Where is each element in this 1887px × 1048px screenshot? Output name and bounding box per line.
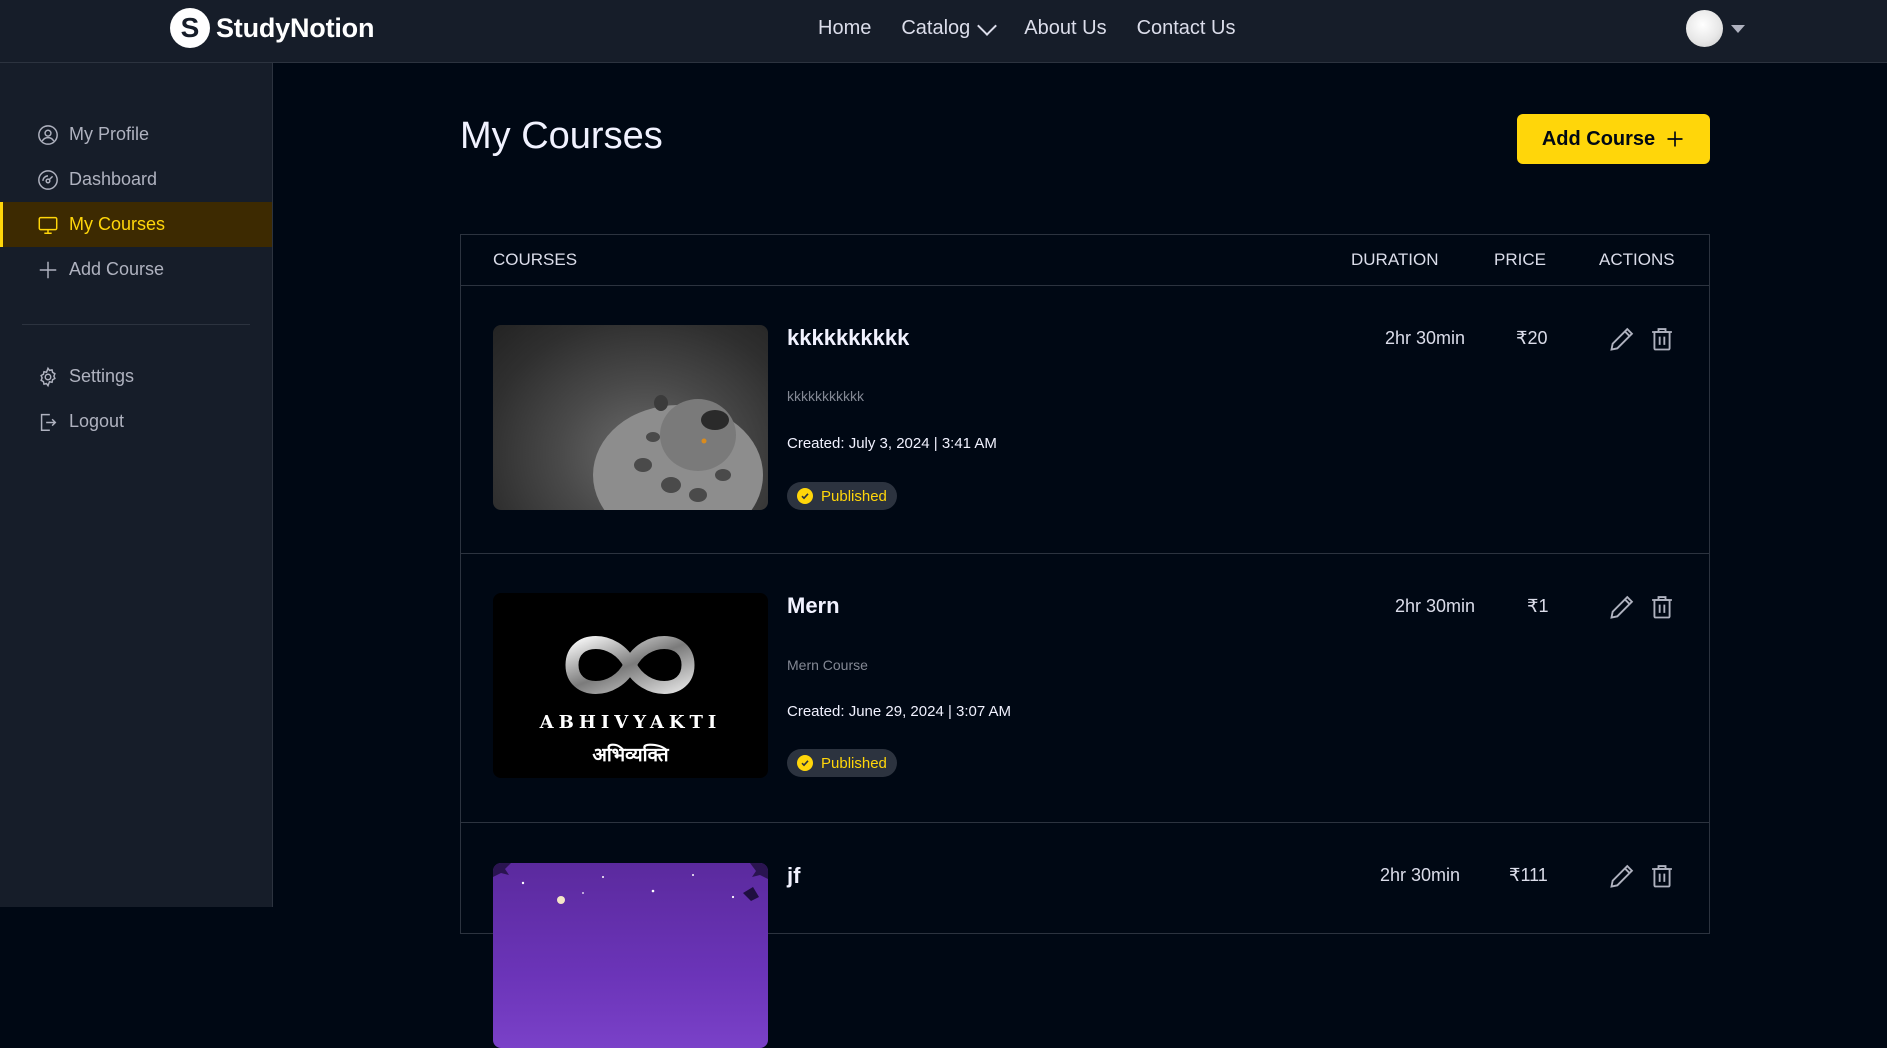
nav-about-label: About Us: [1024, 17, 1107, 39]
table-row: jf 2hr 30min ₹111: [461, 822, 1709, 1048]
night-sky-image: [493, 863, 768, 904]
page-title: My Courses: [460, 115, 663, 157]
course-description: kkkkkkkkkkk: [787, 388, 864, 404]
pencil-icon: [1610, 595, 1634, 619]
sidebar-item-label: My Profile: [69, 124, 150, 144]
plus-icon: [1667, 131, 1683, 147]
course-price: ₹20: [1516, 328, 1548, 348]
sidebar-item-dashboard[interactable]: Dashboard: [0, 157, 272, 202]
caret-down-icon: [1731, 24, 1745, 33]
add-course-button-label: Add Course: [1541, 127, 1656, 150]
sidebar-item-label: Logout: [69, 411, 125, 431]
avatar: [1686, 10, 1723, 47]
course-thumbnail[interactable]: [493, 863, 768, 1048]
nav-contact-label: Contact Us: [1136, 17, 1236, 39]
nav-contact-link[interactable]: Contact Us: [1137, 17, 1236, 40]
sidebar-divider: [22, 324, 250, 325]
thumbnail-hindi-text: अभिव्यक्ति: [592, 744, 669, 766]
brand-logo[interactable]: S StudyNotion: [170, 8, 374, 48]
sidebar-item-label: Settings: [69, 366, 135, 386]
course-title: jf: [787, 863, 801, 888]
gauge-icon: [38, 169, 58, 190]
profile-dropdown[interactable]: [1686, 10, 1745, 47]
course-thumbnail[interactable]: ABHIVYAKTI अभिव्यक्ति: [493, 593, 768, 778]
edit-button[interactable]: [1608, 325, 1636, 353]
delete-button[interactable]: [1648, 325, 1676, 353]
column-header-actions: ACTIONS: [1599, 250, 1675, 269]
edit-button[interactable]: [1608, 862, 1636, 890]
snow-leopard-image: [593, 395, 763, 510]
monitor-icon: [38, 216, 58, 234]
sidebar-item-label: Dashboard: [69, 169, 158, 189]
add-course-button[interactable]: Add Course: [1517, 114, 1710, 164]
column-header-courses: COURSES: [493, 250, 578, 269]
sidebar: My Profile Dashboard My Courses Add Cour…: [0, 63, 273, 907]
table-row: kkkkkkkkkk kkkkkkkkkkk Created: July 3, …: [461, 285, 1709, 554]
user-circle-icon: [38, 124, 58, 145]
nav-home-label: Home: [818, 17, 872, 39]
trash-icon: [1652, 865, 1672, 888]
status-badge: Published: [787, 482, 897, 510]
sidebar-item-label: My Courses: [69, 214, 166, 234]
course-title: kkkkkkkkkk: [787, 325, 910, 350]
thumbnail-brand-text: ABHIVYAKTI: [539, 712, 722, 733]
nav-links: Home Catalog About Us Contact Us: [818, 15, 1236, 40]
edit-button[interactable]: [1608, 593, 1636, 621]
sidebar-item-label: Add Course: [69, 259, 165, 279]
course-description: Mern Course: [787, 657, 868, 673]
pencil-icon: [1610, 864, 1634, 888]
sidebar-item-logout[interactable]: Logout: [0, 399, 272, 444]
course-price: ₹111: [1509, 865, 1548, 885]
column-header-duration: DURATION: [1351, 250, 1439, 269]
sidebar-item-add-course[interactable]: Add Course: [0, 247, 272, 292]
delete-button[interactable]: [1648, 862, 1676, 890]
check-circle-icon: [797, 755, 813, 771]
nav-about-link[interactable]: About Us: [1024, 17, 1106, 40]
column-header-price: PRICE: [1494, 250, 1546, 269]
course-thumbnail[interactable]: [493, 325, 768, 510]
chevron-down-icon: [977, 15, 998, 36]
sidebar-item-my-courses[interactable]: My Courses: [0, 202, 272, 247]
course-price: ₹1: [1527, 596, 1549, 616]
sidebar-item-settings[interactable]: Settings: [0, 354, 272, 399]
logout-icon: [40, 413, 57, 431]
top-navbar: S StudyNotion Home Catalog About Us Cont…: [0, 0, 1887, 63]
brand-name: StudyNotion: [216, 12, 375, 43]
logo-mark-icon: S: [170, 8, 210, 48]
pencil-icon: [1610, 327, 1634, 351]
check-circle-icon: [797, 488, 813, 504]
table-header: COURSES DURATION PRICE ACTIONS: [461, 235, 1709, 286]
gear-icon: [40, 366, 56, 387]
status-badge: Published: [787, 749, 897, 777]
trash-icon: [1652, 596, 1672, 619]
delete-button[interactable]: [1648, 593, 1676, 621]
course-duration: 2hr 30min: [1380, 865, 1461, 885]
nav-home-link[interactable]: Home: [818, 17, 871, 40]
status-label: Published: [821, 754, 887, 772]
status-label: Published: [821, 487, 887, 505]
nav-catalog-label: Catalog: [901, 17, 971, 39]
trash-icon: [1652, 328, 1672, 351]
nav-catalog-dropdown[interactable]: Catalog: [901, 15, 998, 40]
sidebar-item-my-profile[interactable]: My Profile: [0, 112, 272, 157]
plus-icon: [39, 261, 57, 278]
course-duration: 2hr 30min: [1385, 328, 1466, 348]
courses-table: COURSES DURATION PRICE ACTIONS kkkkkkkkk…: [460, 234, 1710, 1048]
course-title: Mern: [787, 593, 840, 618]
course-created-date: Created: June 29, 2024 | 3:07 AM: [787, 703, 1012, 720]
course-duration: 2hr 30min: [1395, 596, 1476, 616]
course-created-date: Created: July 3, 2024 | 3:41 AM: [787, 435, 997, 452]
table-row: ABHIVYAKTI अभिव्यक्ति Mern Mern Course C…: [461, 553, 1709, 823]
